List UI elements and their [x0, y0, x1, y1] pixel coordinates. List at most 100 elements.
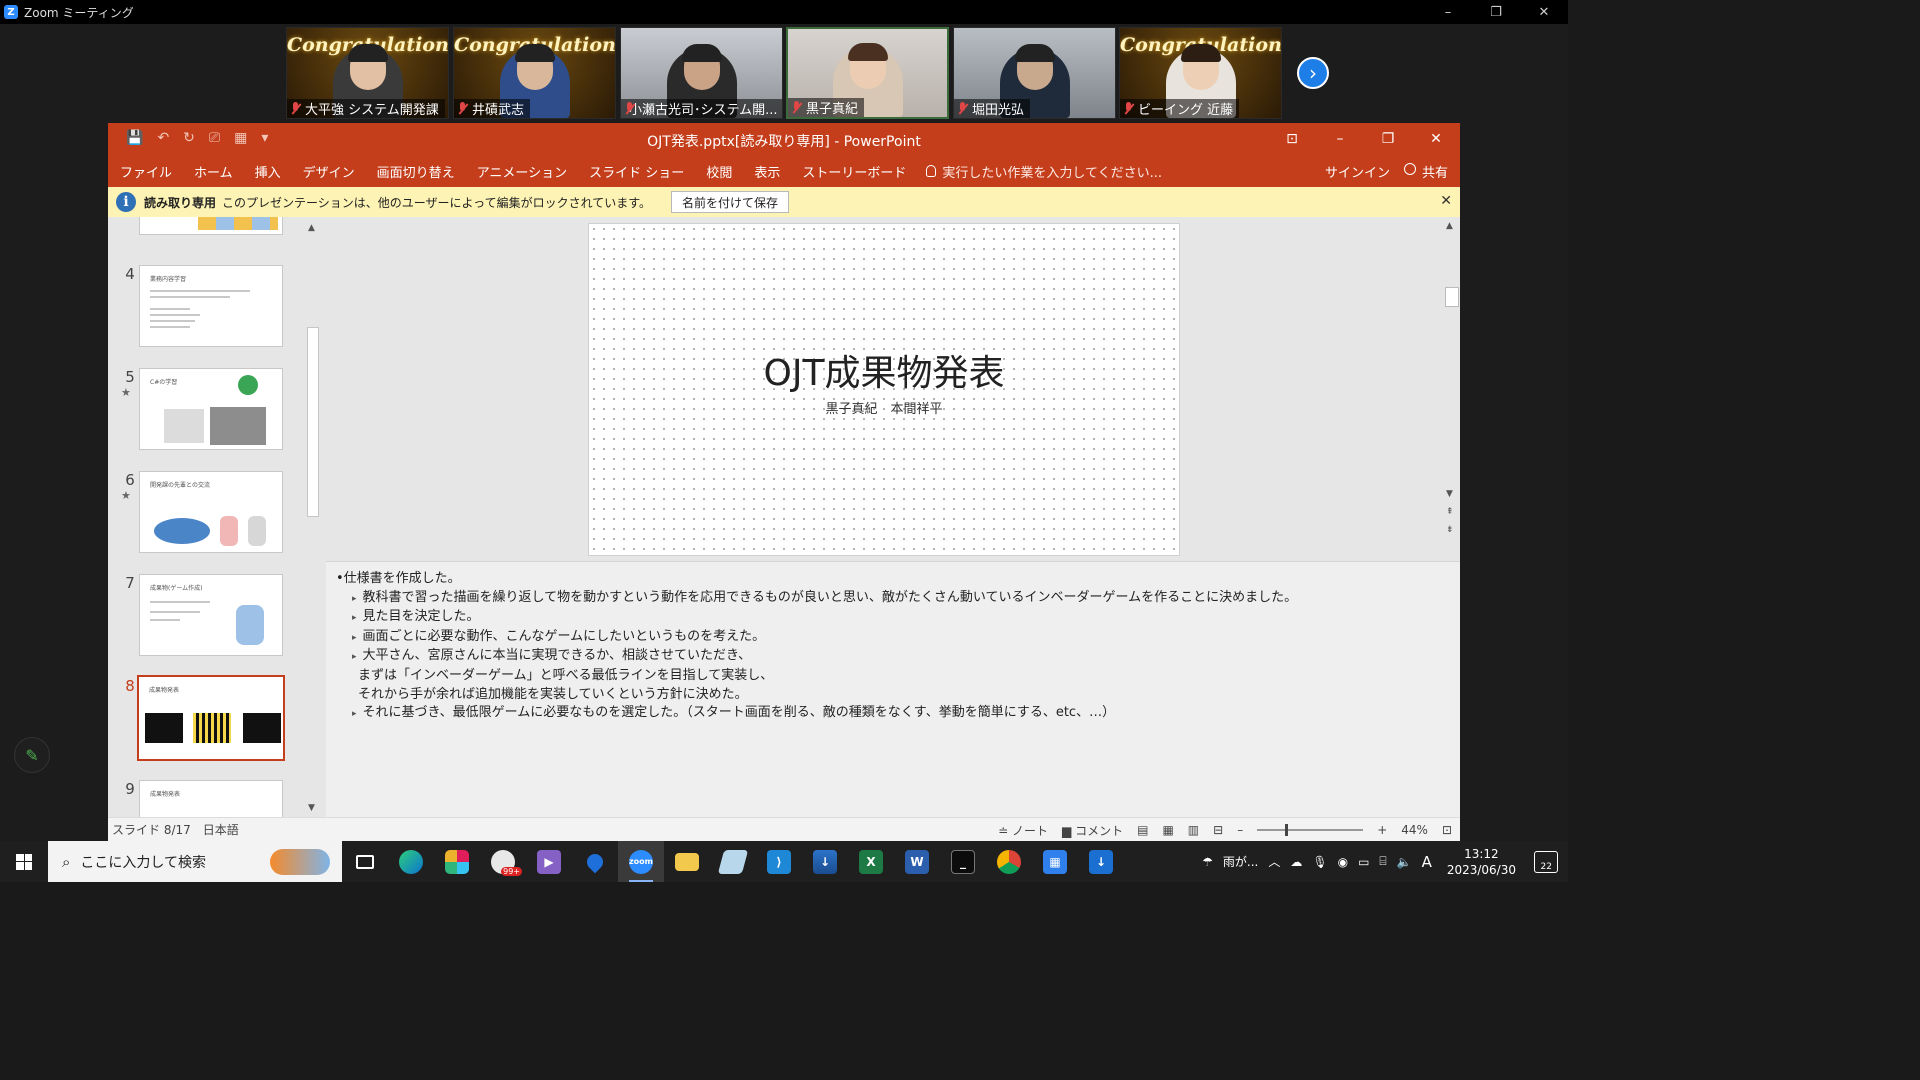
slide-thumbnail[interactable]: 開発課の先輩との交流: [139, 471, 283, 553]
scroll-down-icon[interactable]: ▼: [1446, 489, 1453, 499]
zoom-out-icon[interactable]: –: [1237, 823, 1243, 837]
volume-icon[interactable]: 🔈: [1397, 855, 1412, 869]
network-icon[interactable]: ⌸: [1379, 854, 1386, 869]
scroll-thumb[interactable]: [1445, 287, 1459, 307]
close-button[interactable]: ✕: [1412, 123, 1460, 155]
video-tile[interactable]: 小瀬古光司･システム開...: [620, 27, 783, 119]
save-as-button[interactable]: 名前を付けて保存: [671, 191, 790, 213]
ribbon-display-button[interactable]: ⊡: [1268, 123, 1316, 155]
tell-me-box[interactable]: 実行したい作業を入力してください...: [926, 162, 1162, 181]
terminal-icon[interactable]: _: [940, 841, 986, 882]
calendar-icon[interactable]: ▦: [1032, 841, 1078, 882]
notes-toggle-button[interactable]: ≐ ノート: [998, 822, 1048, 839]
thumbnail-scrollbar[interactable]: ▲ ▼: [304, 217, 322, 817]
tab-insert[interactable]: 挿入: [255, 162, 281, 181]
thumbnail-row[interactable]: 6 ★ 開発課の先輩との交流: [108, 471, 308, 561]
tab-transitions[interactable]: 画面切り替え: [377, 162, 455, 181]
annotate-pen-button[interactable]: ✎: [14, 737, 50, 773]
minimize-button[interactable]: –: [1424, 0, 1472, 24]
onedrive-icon[interactable]: ☁: [1290, 855, 1302, 869]
slide-thumbnail[interactable]: 成果物(ゲーム作成): [139, 574, 283, 656]
current-slide[interactable]: OJT成果物発表 黒子真紀 本間祥平: [588, 223, 1180, 556]
microphone-icon[interactable]: 🎙: [1312, 855, 1327, 869]
notification-center-icon[interactable]: 22: [1534, 850, 1558, 873]
video-tile[interactable]: Congratulations! 大平強 システム開発課: [286, 27, 449, 119]
restore-button[interactable]: ❐: [1364, 123, 1412, 155]
tab-slideshow[interactable]: スライド ショー: [589, 162, 684, 181]
thumbnail-row[interactable]: 5 ★ C#の学習: [108, 368, 308, 458]
visual-studio-icon[interactable]: ▶: [526, 841, 572, 882]
webcam-icon[interactable]: ◉: [1338, 855, 1348, 869]
normal-view-icon[interactable]: ▤: [1137, 823, 1148, 837]
vscode-icon[interactable]: ⟩: [756, 841, 802, 882]
tab-view[interactable]: 表示: [754, 162, 780, 181]
slide-thumbnail[interactable]: 業務内容学習: [139, 265, 283, 347]
ime-indicator[interactable]: A: [1422, 853, 1432, 871]
slide-thumbnail-selected[interactable]: 成果物発表: [137, 675, 285, 761]
file-explorer-icon[interactable]: [664, 841, 710, 882]
next-slide-icon[interactable]: ⇟: [1446, 525, 1454, 535]
slide-title[interactable]: OJT成果物発表: [589, 344, 1179, 396]
next-page-button[interactable]: ›: [1297, 57, 1329, 89]
video-tile[interactable]: Congratulations! 井磧武志: [453, 27, 616, 119]
mail-icon[interactable]: 99+: [480, 841, 526, 882]
notes-app-icon[interactable]: [710, 841, 756, 882]
thumbnail-row[interactable]: [108, 217, 308, 243]
edge-icon[interactable]: [388, 841, 434, 882]
zoom-in-icon[interactable]: +: [1377, 823, 1387, 837]
tab-file[interactable]: ファイル: [120, 162, 172, 181]
scroll-thumb[interactable]: [307, 327, 319, 517]
maps-icon[interactable]: [572, 841, 618, 882]
taskbar-search[interactable]: ⌕ ここに入力して検索: [48, 841, 342, 882]
battery-icon[interactable]: ▭: [1358, 855, 1369, 869]
chrome-icon[interactable]: [986, 841, 1032, 882]
task-view-icon[interactable]: [342, 841, 388, 882]
slack-icon[interactable]: [434, 841, 480, 882]
download-app-icon[interactable]: ↓: [1078, 841, 1124, 882]
thumbnail-row[interactable]: 7 成果物(ゲーム作成): [108, 574, 308, 664]
fit-to-window-icon[interactable]: ⊡: [1442, 823, 1452, 837]
video-tile[interactable]: Congratulations! ビーイング 近藤: [1119, 27, 1282, 119]
thumbnail-row[interactable]: 4 業務内容学習: [108, 265, 308, 355]
thumbnail-row-selected[interactable]: 8 成果物発表: [108, 675, 308, 767]
slide-thumbnail[interactable]: 成果物発表: [139, 780, 283, 817]
tab-animations[interactable]: アニメーション: [477, 162, 567, 181]
zoom-app-icon[interactable]: zoom: [618, 841, 664, 882]
thumbnail-row[interactable]: 9 成果物発表: [108, 780, 308, 817]
slide-thumbnail[interactable]: C#の学習: [139, 368, 283, 450]
reading-view-icon[interactable]: ▥: [1188, 823, 1199, 837]
start-button[interactable]: [0, 841, 48, 882]
share-button[interactable]: 共有: [1403, 162, 1448, 181]
video-tile[interactable]: 堀田光弘: [953, 27, 1116, 119]
signin-link[interactable]: サインイン: [1325, 162, 1390, 181]
scroll-up-icon[interactable]: ▲: [1446, 221, 1453, 231]
zoom-slider[interactable]: [1257, 824, 1364, 836]
infobar-close-icon[interactable]: ✕: [1440, 193, 1452, 209]
slide-thumbnail[interactable]: [139, 217, 283, 235]
video-tile-active[interactable]: 黒子真紀: [786, 27, 949, 119]
slide-sorter-icon[interactable]: ▦: [1162, 823, 1173, 837]
installer-icon[interactable]: ↓: [802, 841, 848, 882]
slide-scrollbar[interactable]: ▲ ▼ ⇞ ⇟: [1442, 217, 1460, 561]
scroll-down-icon[interactable]: ▼: [308, 803, 315, 813]
tab-home[interactable]: ホーム: [194, 162, 233, 181]
minimize-button[interactable]: –: [1316, 123, 1364, 155]
clock[interactable]: 13:12 2023/06/30: [1447, 846, 1516, 878]
language-indicator[interactable]: 日本語: [203, 821, 239, 838]
tab-review[interactable]: 校閲: [706, 162, 732, 181]
restore-button[interactable]: ❐: [1472, 0, 1520, 24]
slideshow-icon[interactable]: ⊟: [1213, 823, 1223, 837]
speaker-notes[interactable]: •仕様書を作成した。 ▸ 教科書で習った描画を繰り返して物を動かすという動作を応用…: [326, 561, 1460, 817]
tab-storyboard[interactable]: ストーリーボード: [802, 162, 906, 181]
tray-expand-icon[interactable]: ︿: [1268, 853, 1280, 870]
slide-subtitle[interactable]: 黒子真紀 本間祥平: [589, 398, 1179, 417]
comments-button[interactable]: ▆ コメント: [1062, 822, 1123, 839]
weather-text[interactable]: 雨が...: [1223, 853, 1258, 870]
scroll-up-icon[interactable]: ▲: [308, 223, 315, 233]
excel-icon[interactable]: X: [848, 841, 894, 882]
tab-design[interactable]: デザイン: [303, 162, 355, 181]
zoom-level[interactable]: 44%: [1401, 823, 1428, 837]
previous-slide-icon[interactable]: ⇞: [1446, 507, 1454, 517]
close-button[interactable]: ✕: [1520, 0, 1568, 24]
weather-icon[interactable]: ☂: [1202, 855, 1213, 869]
